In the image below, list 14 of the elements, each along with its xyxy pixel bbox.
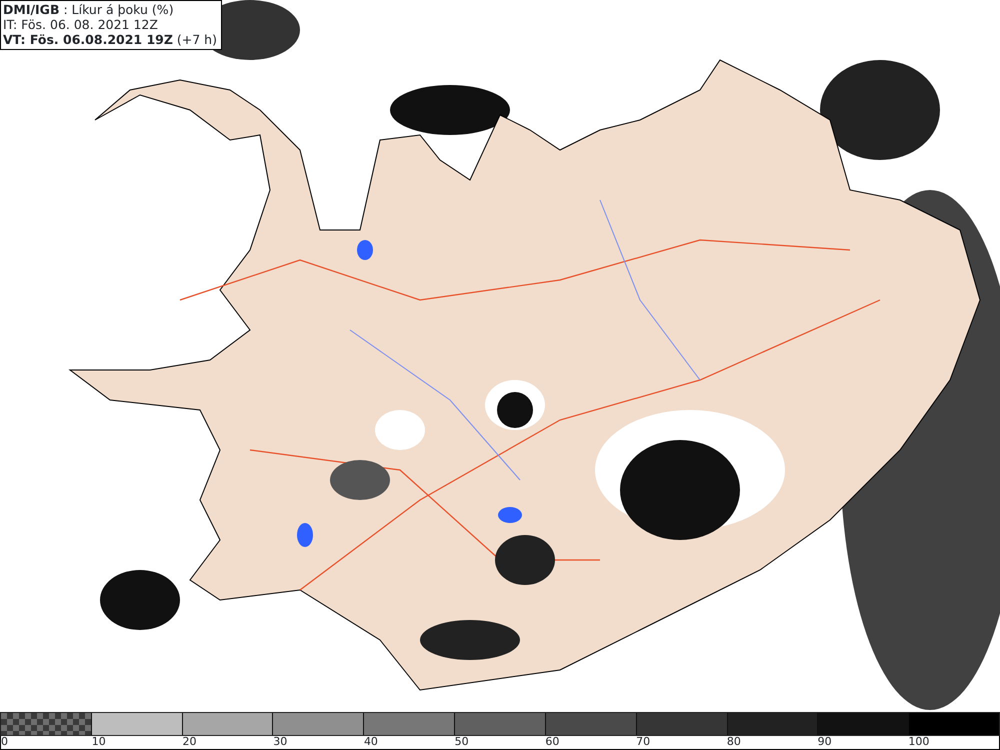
legend-label: 40	[364, 736, 378, 748]
legend-label: 0	[1, 736, 8, 748]
legend-label: 30	[273, 736, 288, 748]
legend-label: 20	[182, 736, 196, 748]
title-line: VT: Fös. 06.08.2021 19Z (+7 h)	[3, 32, 217, 47]
legend-label: 80	[726, 736, 741, 748]
legend-label: 70	[636, 736, 650, 748]
title-line: DMI/IGB : Líkur á þoku (%)	[3, 2, 175, 17]
legend-label: 90	[818, 736, 832, 748]
title-line: IT: Fös. 06. 08. 2021 12Z	[3, 17, 159, 32]
legend-label: 100	[908, 736, 930, 748]
legend-label: 10	[92, 736, 106, 748]
legend-label: 60	[545, 736, 560, 748]
legend-label: 50	[454, 736, 469, 748]
